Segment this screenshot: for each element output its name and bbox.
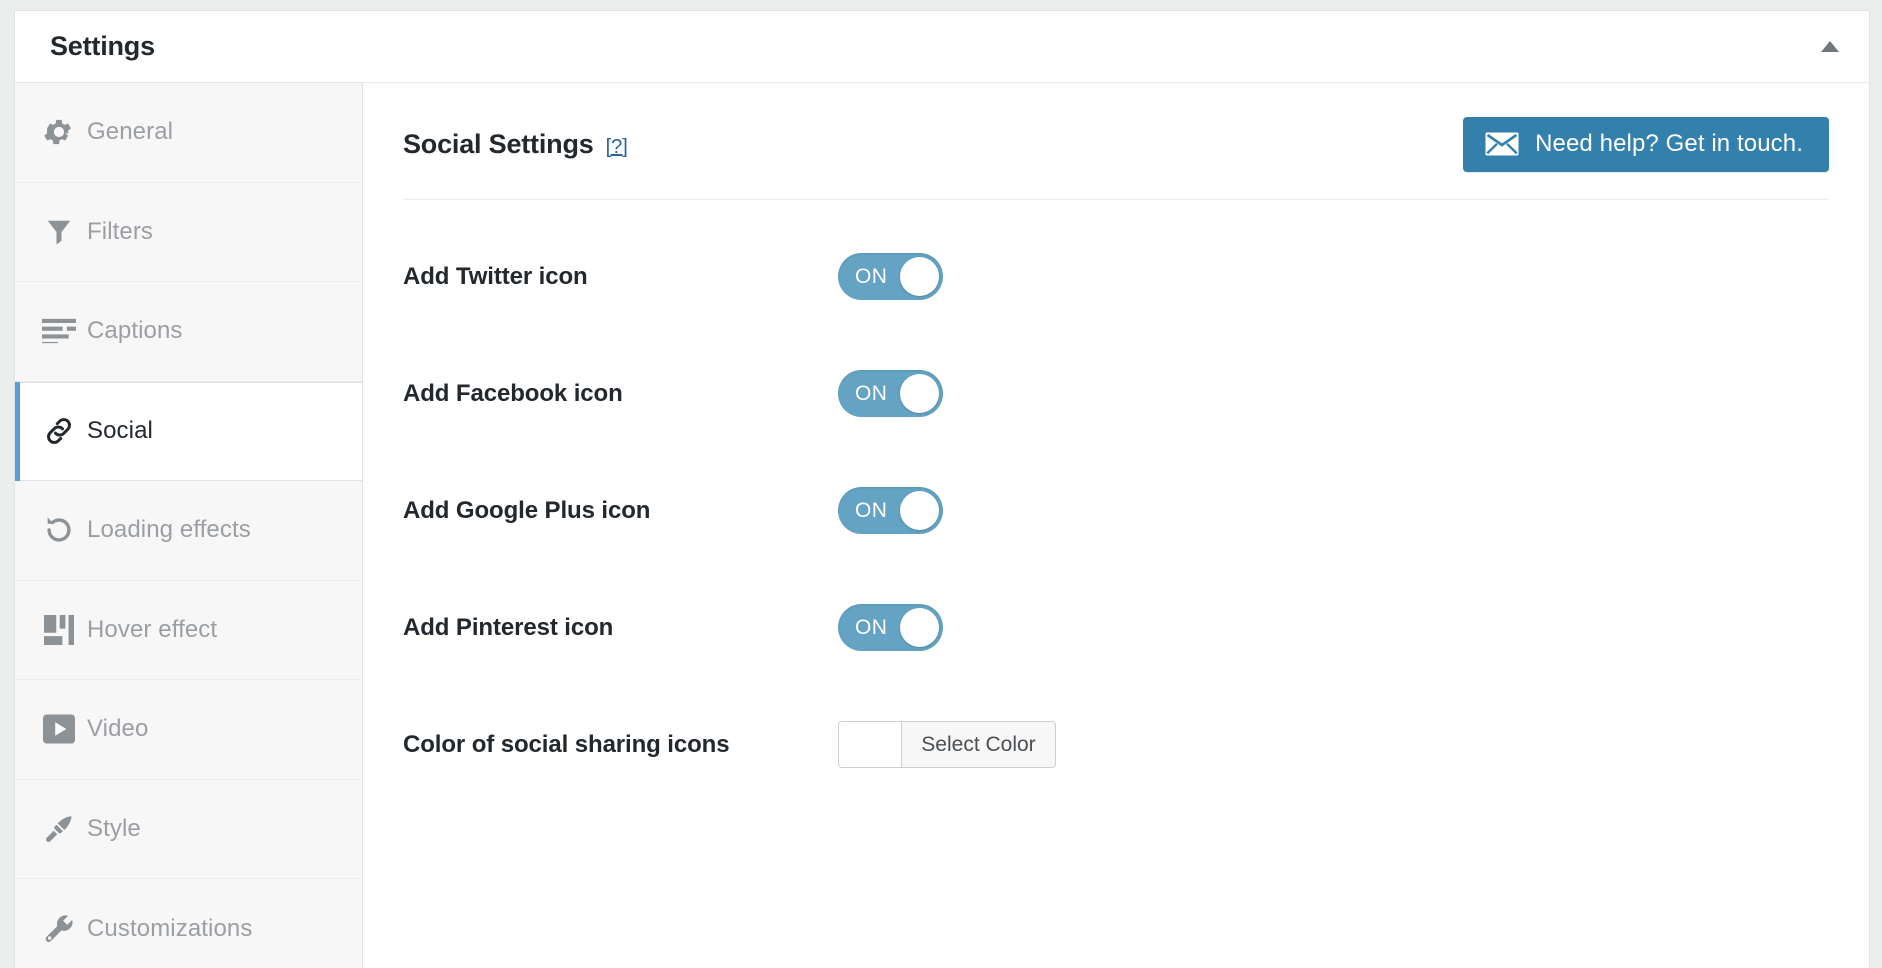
layout-grid-icon	[31, 614, 87, 645]
section-help-link[interactable]: [?]	[606, 136, 628, 159]
sidebar-item-customizations[interactable]: Customizations	[15, 879, 362, 968]
wrench-icon	[31, 912, 87, 946]
sidebar-item-video[interactable]: Video	[15, 680, 362, 780]
gear-icon	[31, 115, 87, 149]
toggle-state-label: ON	[855, 615, 888, 639]
window-titlebar: Settings	[15, 11, 1869, 83]
sidebar-item-label: Video	[87, 715, 149, 743]
setting-row-facebook: Add Facebook icon ON	[403, 335, 1829, 452]
toggle-knob	[900, 608, 939, 647]
toggle-state-label: ON	[855, 498, 888, 522]
captions-icon	[31, 318, 87, 344]
sidebar-item-general[interactable]: General	[15, 83, 362, 183]
settings-sidebar: General Filters Captions Social Loading …	[15, 83, 363, 968]
setting-row-twitter: Add Twitter icon ON	[403, 218, 1829, 335]
envelope-icon	[1485, 132, 1519, 156]
sidebar-item-label: General	[87, 118, 174, 146]
toggle-knob	[900, 374, 939, 413]
caret-up-icon	[1821, 41, 1839, 52]
paint-brush-icon	[31, 812, 87, 846]
setting-label: Add Pinterest icon	[403, 613, 614, 641]
window-body: General Filters Captions Social Loading …	[15, 83, 1869, 968]
funnel-icon	[31, 216, 87, 248]
setting-row-google-plus: Add Google Plus icon ON	[403, 452, 1829, 569]
sidebar-item-loading-effects[interactable]: Loading effects	[15, 481, 362, 581]
toggle-knob	[900, 491, 939, 530]
color-picker-control[interactable]: Select Color	[838, 721, 1056, 768]
section-title-group: Social Settings [?]	[403, 129, 628, 160]
sidebar-item-captions[interactable]: Captions	[15, 282, 362, 382]
settings-window: Settings General Filters Captions Social…	[14, 10, 1870, 968]
toggle-add-pinterest-icon[interactable]: ON	[838, 604, 943, 651]
sidebar-item-label: Captions	[87, 317, 183, 345]
page-title: Settings	[50, 31, 155, 61]
sidebar-item-label: Hover effect	[87, 615, 218, 643]
play-box-icon	[31, 713, 87, 745]
toggle-state-label: ON	[855, 264, 888, 288]
settings-content: Social Settings [?] Need help? Get in to…	[363, 83, 1869, 968]
collapse-panel-button[interactable]	[1813, 30, 1847, 64]
link-chain-icon	[31, 414, 87, 448]
toggle-add-facebook-icon[interactable]: ON	[838, 370, 943, 417]
setting-row-social-icon-color: Color of social sharing icons Select Col…	[403, 686, 1829, 803]
toggle-add-google-plus-icon[interactable]: ON	[838, 487, 943, 534]
setting-label: Add Facebook icon	[403, 379, 623, 407]
sidebar-item-hover-effect[interactable]: Hover effect	[15, 581, 362, 680]
toggle-knob	[900, 257, 939, 296]
content-header: Social Settings [?] Need help? Get in to…	[363, 83, 1829, 172]
need-help-button[interactable]: Need help? Get in touch.	[1463, 117, 1829, 172]
sidebar-item-label: Social	[87, 417, 153, 445]
sidebar-item-filters[interactable]: Filters	[15, 183, 362, 282]
section-title: Social Settings	[403, 129, 594, 159]
sidebar-item-label: Loading effects	[87, 516, 251, 544]
select-color-button-label: Select Color	[902, 722, 1055, 767]
settings-rows: Add Twitter icon ON Add Facebook icon ON	[363, 200, 1829, 803]
color-swatch[interactable]	[839, 722, 902, 767]
toggle-state-label: ON	[855, 381, 888, 405]
sidebar-item-social[interactable]: Social	[15, 381, 362, 481]
setting-label: Add Twitter icon	[403, 262, 588, 290]
sidebar-item-label: Filters	[87, 217, 154, 245]
sidebar-item-style[interactable]: Style	[15, 780, 362, 879]
rotate-ccw-icon	[31, 513, 87, 547]
sidebar-item-label: Customizations	[87, 914, 253, 942]
setting-label: Color of social sharing icons	[403, 730, 730, 758]
need-help-button-label: Need help? Get in touch.	[1535, 130, 1803, 157]
sidebar-item-label: Style	[87, 814, 141, 842]
setting-label: Add Google Plus icon	[403, 496, 651, 524]
setting-row-pinterest: Add Pinterest icon ON	[403, 569, 1829, 686]
app-root: Settings General Filters Captions Social…	[0, 0, 1882, 968]
toggle-add-twitter-icon[interactable]: ON	[838, 253, 943, 300]
